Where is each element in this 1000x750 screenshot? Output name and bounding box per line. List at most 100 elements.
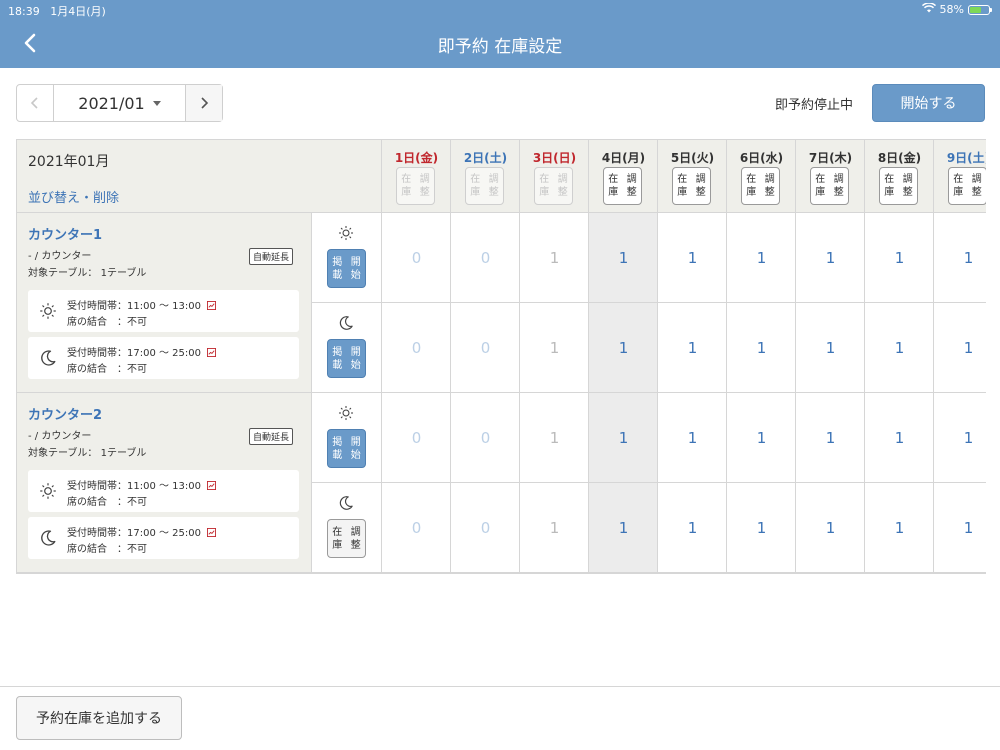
inventory-cell[interactable]: 1: [934, 213, 986, 303]
day-column: 5日(火) 在庫 調整 1 1 1 1: [657, 140, 727, 573]
publish-start-button[interactable]: 掲載 開始: [327, 249, 366, 288]
chevron-left-icon: [30, 97, 38, 109]
inventory-cell[interactable]: 1: [727, 393, 796, 483]
day-header: 6日(水) 在庫 調整: [727, 140, 796, 213]
status-right: 58%: [921, 2, 992, 16]
inventory-cell[interactable]: 1: [934, 483, 986, 573]
inventory-cell[interactable]: 1: [589, 393, 658, 483]
day-column: 3日(日) 在庫 調整 1 1 1 1: [519, 140, 589, 573]
sort-delete-link[interactable]: 並び替え・削除: [28, 187, 119, 206]
next-month-button[interactable]: [185, 85, 222, 121]
inventory-cell[interactable]: 1: [727, 303, 796, 393]
action-label: 開始: [350, 436, 361, 461]
slot-combine: 席の結合 ：不可: [67, 364, 147, 375]
day-adjust-button[interactable]: 在庫 調整: [603, 167, 642, 205]
day-adjust-button[interactable]: 在庫 調整: [879, 167, 918, 205]
inventory-cell[interactable]: 1: [865, 393, 934, 483]
inventory-cell[interactable]: 0: [451, 213, 520, 303]
inventory-cell[interactable]: 1: [589, 213, 658, 303]
add-inventory-button[interactable]: 予約在庫を追加する: [16, 696, 182, 740]
inventory-cell[interactable]: 0: [382, 483, 451, 573]
publish-start-button[interactable]: 掲載 開始: [327, 429, 366, 468]
time-slot-card: 受付時間帯：17:00 〜 25:00 席の結合 ：不可: [28, 517, 299, 559]
item-name-link[interactable]: カウンター1: [28, 224, 102, 243]
item-table-count: 対象テーブル： 1テーブル: [28, 448, 147, 459]
status-clock: 18:39: [8, 5, 40, 18]
moon-icon: [337, 314, 355, 332]
inventory-cell[interactable]: 0: [451, 393, 520, 483]
inventory-cell[interactable]: 1: [796, 213, 865, 303]
start-button[interactable]: 開始する: [872, 84, 985, 122]
day-header: 1日(金) 在庫 調整: [382, 140, 451, 213]
prev-month-button[interactable]: [17, 85, 54, 121]
day-label: 8日(金): [877, 151, 922, 165]
time-slot-card: 受付時間帯：17:00 〜 25:00 席の結合 ：不可: [28, 337, 299, 379]
chart-icon[interactable]: [207, 301, 216, 310]
slot-adjust-button[interactable]: 在庫 調整: [327, 519, 366, 558]
inventory-cell[interactable]: 1: [934, 393, 986, 483]
adjust-label: 在庫: [470, 174, 481, 198]
moon-icon: [337, 494, 355, 512]
slot-time-text: 受付時間帯：17:00 〜 25:00: [67, 528, 201, 539]
month-select[interactable]: 2021/01: [54, 85, 185, 121]
month-navigator: 2021/01: [16, 84, 223, 122]
reservation-status: 即予約停止中: [775, 98, 854, 113]
sun-icon: [337, 224, 355, 242]
adjust-label: 在庫: [608, 174, 619, 198]
adjust-label: 調整: [557, 174, 568, 198]
inventory-cell[interactable]: 0: [382, 303, 451, 393]
action-label: 開始: [350, 346, 361, 371]
day-adjust-button[interactable]: 在庫 調整: [741, 167, 780, 205]
day-adjust-button[interactable]: 在庫 調整: [672, 167, 711, 205]
inventory-cell[interactable]: 1: [589, 303, 658, 393]
inventory-cell[interactable]: 0: [382, 213, 451, 303]
chart-icon[interactable]: [207, 348, 216, 357]
inventory-cell[interactable]: 1: [727, 483, 796, 573]
inventory-cell[interactable]: 0: [451, 303, 520, 393]
inventory-cell[interactable]: 1: [796, 483, 865, 573]
inventory-cell[interactable]: 1: [865, 303, 934, 393]
item-name-link[interactable]: カウンター2: [28, 404, 102, 423]
sun-icon: [38, 481, 58, 501]
slot-time: 受付時間帯：11:00 〜 13:00: [67, 477, 216, 492]
day-adjust-button[interactable]: 在庫 調整: [948, 167, 986, 205]
inventory-cell[interactable]: 1: [520, 483, 589, 573]
inventory-cell[interactable]: 1: [658, 483, 727, 573]
publish-start-button[interactable]: 掲載 開始: [327, 339, 366, 378]
action-label: 掲載: [332, 346, 343, 371]
adjust-label: 調整: [902, 174, 913, 198]
inventory-cell[interactable]: 1: [796, 303, 865, 393]
inventory-cell[interactable]: 1: [865, 483, 934, 573]
inventory-cell[interactable]: 1: [520, 213, 589, 303]
inventory-cell[interactable]: 1: [796, 393, 865, 483]
inventory-cell[interactable]: 1: [658, 303, 727, 393]
inventory-cell[interactable]: 1: [934, 303, 986, 393]
month-select-value: 2021/01: [78, 93, 145, 113]
item-category: - / カウンター: [28, 431, 92, 442]
inventory-cell[interactable]: 1: [865, 213, 934, 303]
battery-icon: [968, 4, 992, 15]
adjust-label: 在庫: [953, 174, 964, 198]
inventory-cell[interactable]: 1: [658, 213, 727, 303]
item-table-count: 対象テーブル： 1テーブル: [28, 268, 147, 279]
slot-time: 受付時間帯：17:00 〜 25:00: [67, 524, 216, 539]
inventory-cell[interactable]: 1: [658, 393, 727, 483]
day-column: 7日(木) 在庫 調整 1 1 1 1: [795, 140, 865, 573]
chevron-right-icon: [201, 97, 209, 109]
slot-time: 受付時間帯：17:00 〜 25:00: [67, 344, 216, 359]
inventory-cell[interactable]: 1: [520, 393, 589, 483]
inventory-cell[interactable]: 1: [727, 213, 796, 303]
inventory-cell[interactable]: 1: [589, 483, 658, 573]
day-label: 9日(土): [946, 151, 986, 165]
inventory-cell[interactable]: 0: [451, 483, 520, 573]
inventory-item: カウンター2 - / カウンター 対象テーブル： 1テーブル 自動延長 受付時間帯：11…: [17, 393, 311, 573]
chart-icon[interactable]: [207, 481, 216, 490]
chart-icon[interactable]: [207, 528, 216, 537]
inventory-cell[interactable]: 0: [382, 393, 451, 483]
inventory-item: カウンター1 - / カウンター 対象テーブル： 1テーブル 自動延長 受付時間帯：11…: [17, 213, 311, 393]
slot-time-text: 受付時間帯：17:00 〜 25:00: [67, 348, 201, 359]
moon-icon: [38, 348, 58, 368]
adjust-label: 在庫: [539, 174, 550, 198]
inventory-cell[interactable]: 1: [520, 303, 589, 393]
day-adjust-button[interactable]: 在庫 調整: [810, 167, 849, 205]
